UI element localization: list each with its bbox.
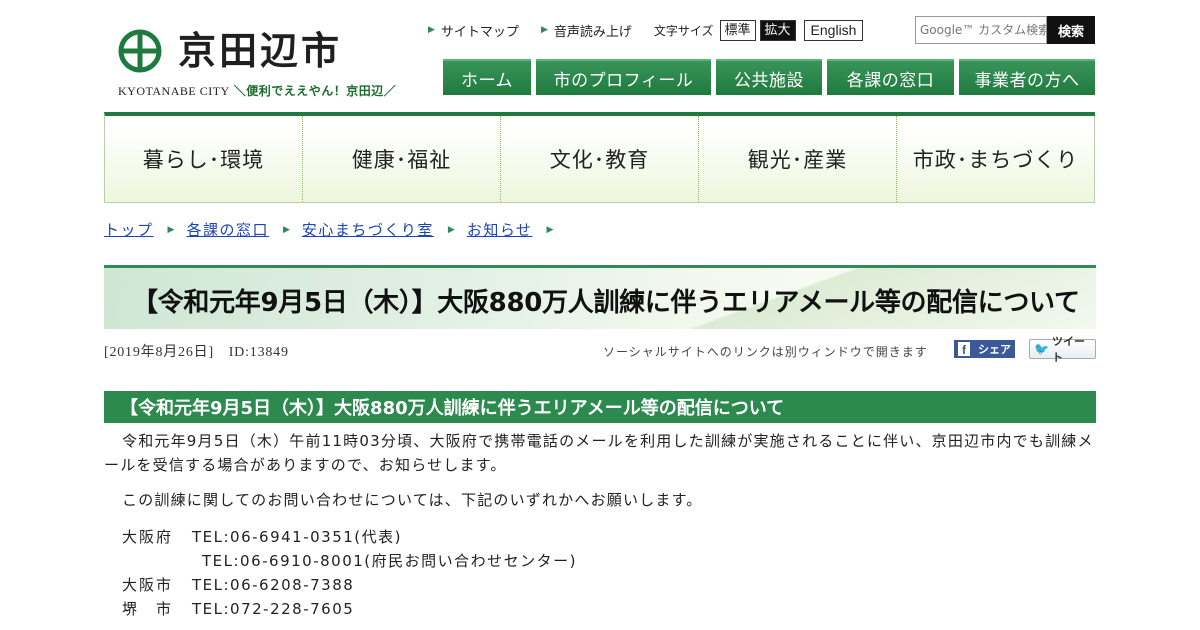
topnav-business[interactable]: 事業者の方へ <box>959 59 1095 95</box>
tweet-label: ツイート <box>1051 335 1085 364</box>
search-input[interactable] <box>915 16 1047 44</box>
contact-name <box>122 549 192 573</box>
top-navigation: ホーム 市のプロフィール 公共施設 各課の窓口 事業者の方へ <box>443 59 1095 95</box>
logo-en: KYOTANABE CITY <box>118 84 230 98</box>
facebook-icon: f <box>958 342 970 356</box>
social-note: ソーシャルサイトへのリンクは別ウィンドウで開きます <box>603 345 928 359</box>
topnav-departments[interactable]: 各課の窓口 <box>827 59 954 95</box>
contact-tel: TEL:06-6208-7388 <box>192 576 355 594</box>
category-city-admin[interactable]: 市政･まちづくり <box>897 116 1095 202</box>
english-button[interactable]: English <box>803 19 864 41</box>
read-aloud-link[interactable]: ▶ 音声読み上げ <box>541 21 632 40</box>
font-size-standard-button[interactable]: 標準 <box>719 19 756 41</box>
breadcrumb: トップ ▶ 各課の窓口 ▶ 安心まちづくり室 ▶ お知らせ ▶ <box>104 219 565 240</box>
page-title: 【令和元年9月5日（木）】大阪880万人訓練に伴うエリアメール等の配信について <box>132 288 1080 318</box>
arrow-right-icon: ▶ <box>428 25 435 35</box>
paragraph-notice: 令和元年9月5日（木）午前11時03分頃、大阪府で携帯電話のメールを利用した訓練… <box>104 432 1094 474</box>
sitemap-link[interactable]: ▶ サイトマップ <box>428 21 519 40</box>
search-button[interactable]: 検索 <box>1047 16 1095 44</box>
contact-row: 大阪府 TEL:06-6941-0351(代表) <box>122 525 1096 549</box>
facebook-share-label: シェア <box>978 343 1011 356</box>
paragraph-inquiry: この訓練に関してのお問い合わせについては、下記のいずれかへお願いします。 <box>122 491 703 509</box>
breadcrumb-arrow-icon: ▶ <box>167 224 175 235</box>
twitter-bird-icon: 🐦 <box>1034 342 1049 356</box>
logo-text: 京田辺市 <box>178 28 343 73</box>
contact-name: 大阪府 <box>122 528 174 546</box>
facebook-share-button[interactable]: f シェア <box>954 340 1015 358</box>
category-navigation: 暮らし･環境 健康･福祉 文化･教育 観光･産業 市政･まちづくり <box>104 112 1095 203</box>
section-heading: 【令和元年9月5日（木）】大阪880万人訓練に伴うエリアメール等の配信について <box>104 391 1096 423</box>
topnav-home[interactable]: ホーム <box>443 59 531 95</box>
breadcrumb-safety-office[interactable]: 安心まちづくり室 <box>302 219 434 240</box>
topnav-facilities[interactable]: 公共施設 <box>716 59 822 95</box>
logo-subtitle: KYOTANABE CITY ＼便利でええやん！京田辺／ <box>118 82 396 99</box>
tweet-button[interactable]: 🐦 ツイート <box>1029 335 1096 364</box>
topnav-profile[interactable]: 市のプロフィール <box>536 59 711 95</box>
contact-tel: TEL:072-228-7605 <box>192 600 355 618</box>
font-size-large-button[interactable]: 拡大 <box>759 19 796 41</box>
city-logo[interactable]: 京田辺市 KYOTANABE CITY ＼便利でええやん！京田辺／ <box>118 24 418 102</box>
contact-name: 大阪市 <box>122 576 174 594</box>
arrow-right-icon: ▶ <box>540 25 548 35</box>
utility-bar: ▶ サイトマップ ▶ 音声読み上げ 文字サイズ 標準 拡大 English <box>428 16 864 44</box>
breadcrumb-arrow-icon: ▶ <box>546 224 554 235</box>
article-body: 令和元年9月5日（木）午前11時03分頃、大阪府で携帯電話のメールを利用した訓練… <box>104 429 1096 621</box>
breadcrumb-departments[interactable]: 各課の窓口 <box>186 219 269 240</box>
category-tourism[interactable]: 観光･産業 <box>699 116 897 202</box>
category-health[interactable]: 健康･福祉 <box>303 116 501 202</box>
contact-tel: TEL:06-6941-0351(代表) <box>192 528 403 546</box>
font-size-label: 文字サイズ <box>653 23 714 38</box>
breadcrumb-arrow-icon: ▶ <box>447 224 455 235</box>
page-title-band: 【令和元年9月5日（木）】大阪880万人訓練に伴うエリアメール等の配信について <box>104 265 1096 329</box>
category-culture[interactable]: 文化･教育 <box>501 116 699 202</box>
sitemap-label: サイトマップ <box>440 24 519 40</box>
logo-tagline: ＼便利でええやん！京田辺／ <box>233 84 397 98</box>
breadcrumb-arrow-icon: ▶ <box>282 224 290 235</box>
breadcrumb-top[interactable]: トップ <box>104 219 154 240</box>
contact-row: 大阪市 TEL:06-6208-7388 <box>122 573 1096 597</box>
read-aloud-label: 音声読み上げ <box>553 24 632 40</box>
contact-list: 大阪府 TEL:06-6941-0351(代表) TEL:06-6910-800… <box>104 525 1096 621</box>
breadcrumb-notices[interactable]: お知らせ <box>467 219 533 240</box>
contact-tel: TEL:06-6910-8001(府民お問い合わせセンター) <box>202 552 578 570</box>
update-date-id: [2019年8月26日] ID:13849 <box>104 345 289 360</box>
contact-name: 堺 市 <box>122 600 174 618</box>
city-emblem-icon <box>118 29 162 73</box>
contact-row: 堺 市 TEL:072-228-7605 <box>122 597 1096 621</box>
contact-row: TEL:06-6910-8001(府民お問い合わせセンター) <box>122 549 1096 573</box>
category-living[interactable]: 暮らし･環境 <box>105 116 303 202</box>
search-box: 検索 <box>915 16 1095 44</box>
